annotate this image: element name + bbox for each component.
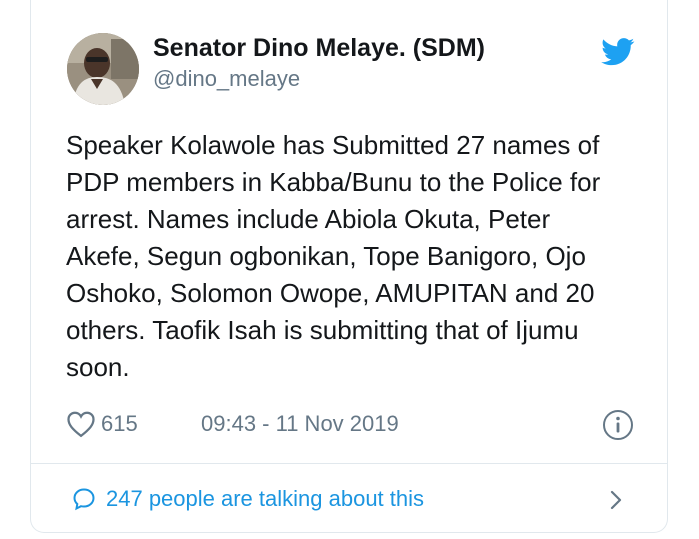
chevron-right-icon[interactable] bbox=[607, 488, 625, 512]
tweet-line: Speaker Kolawole has Submitted 27 names … bbox=[66, 130, 600, 160]
tweet-meta-row: 615 09:43 - 11 Nov 2019 bbox=[66, 404, 636, 444]
tweet-text: Speaker Kolawole has Submitted 27 names … bbox=[66, 127, 656, 386]
tweet-line: soon. bbox=[66, 352, 130, 382]
tweet-line: arrest. Names include Abiola Okuta, Pete… bbox=[66, 204, 551, 234]
tweet-line: others. Taofik Isah is submitting that o… bbox=[66, 315, 579, 345]
tweet-timestamp[interactable]: 09:43 - 11 Nov 2019 bbox=[201, 411, 399, 437]
author-display-name[interactable]: Senator Dino Melaye. (SDM) bbox=[153, 34, 485, 63]
tweet-line: Oshoko, Solomon Owope, AMUPITAN and 20 bbox=[66, 278, 595, 308]
tweet-card[interactable]: Senator Dino Melaye. (SDM) @dino_melaye … bbox=[30, 0, 668, 533]
avatar[interactable] bbox=[67, 33, 139, 105]
tweet-line: Akefe, Segun ogbonikan, Tope Banigoro, O… bbox=[66, 241, 586, 271]
twitter-bird-icon[interactable] bbox=[601, 38, 635, 66]
info-icon[interactable] bbox=[602, 409, 634, 441]
avatar-photo bbox=[67, 33, 139, 105]
tweet-line: PDP members in Kabba/Bunu to the Police … bbox=[66, 167, 601, 197]
heart-icon[interactable] bbox=[66, 410, 96, 438]
conversation-label[interactable]: 247 people are talking about this bbox=[106, 486, 424, 512]
like-count[interactable]: 615 bbox=[101, 411, 138, 437]
author-handle[interactable]: @dino_melaye bbox=[153, 66, 300, 92]
conversation-link[interactable]: 247 people are talking about this bbox=[31, 464, 667, 532]
speech-bubble-icon bbox=[73, 488, 95, 511]
